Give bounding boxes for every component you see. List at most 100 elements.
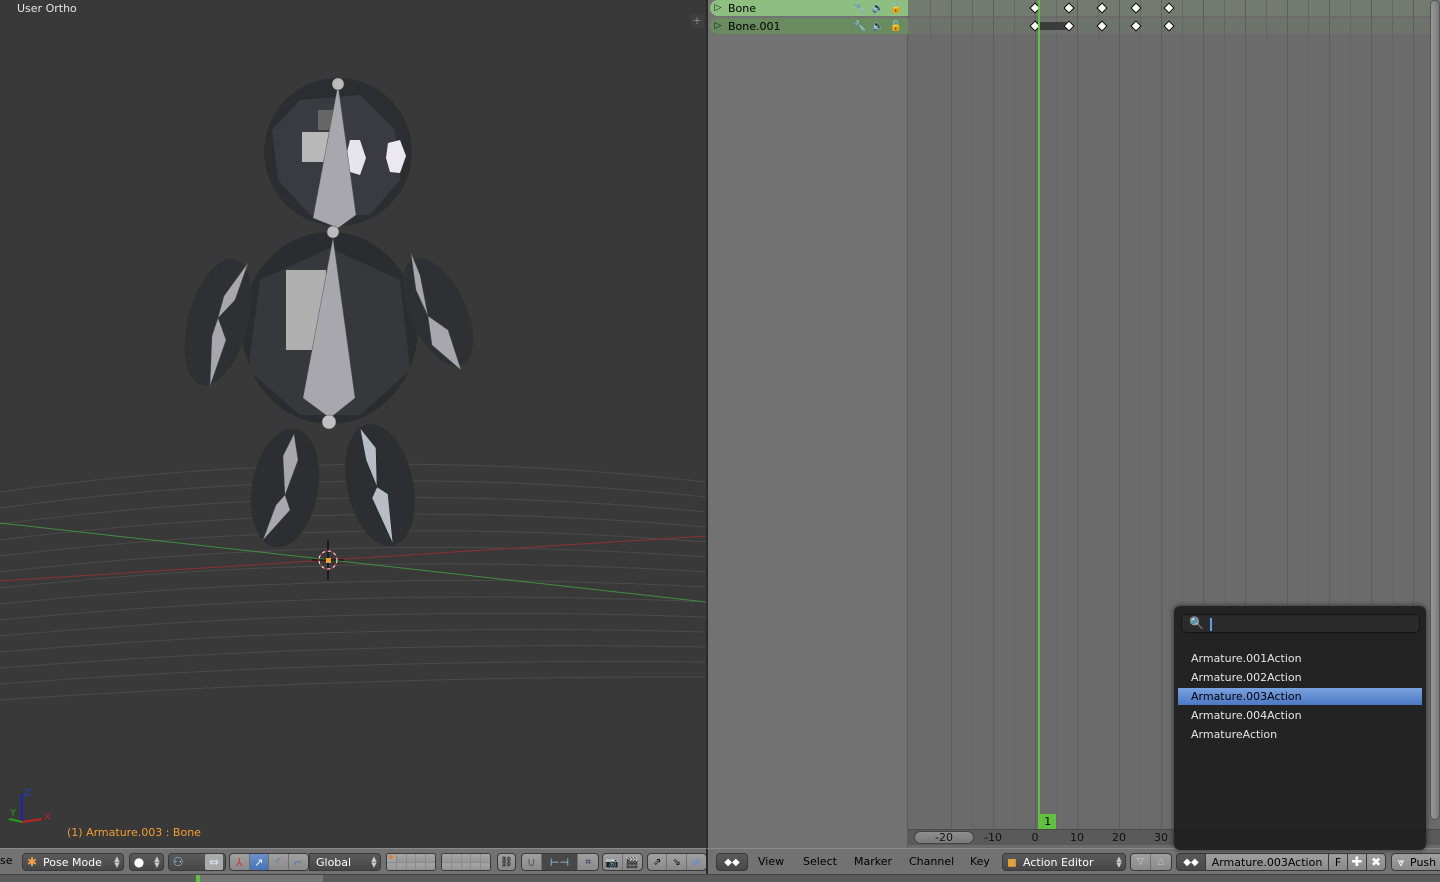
updown-arrows-icon: ▲ ▼: [154, 855, 160, 869]
lock-camera-icon[interactable]: ⛓: [497, 853, 516, 871]
grid-line: [0, 612, 706, 637]
frame-gridline: [1098, 0, 1099, 830]
manipulate-center-points-icon[interactable]: ⇔: [205, 854, 223, 870]
fake-user-button[interactable]: F: [1328, 853, 1348, 871]
grid-line: [0, 513, 706, 541]
mute-speaker-icon[interactable]: 🔈: [870, 21, 886, 32]
frame-gridline: [1161, 0, 1162, 830]
manipulator-scale-icon[interactable]: ⌐: [289, 854, 308, 870]
dopesheet-mode-selector[interactable]: ◼ Action Editor ▲ ▼: [1002, 853, 1126, 871]
scene-layers-group-1[interactable]: [386, 853, 436, 871]
modifier-wrench-icon[interactable]: 🔧: [852, 3, 868, 14]
ruler-tick-label: 0: [1031, 831, 1039, 844]
channel-row-bone[interactable]: ▷ Bone 🔧 🔈 🔓: [710, 0, 908, 16]
lock-open-icon[interactable]: 🔓: [888, 21, 904, 32]
mute-speaker-icon[interactable]: 🔈: [870, 3, 886, 14]
frame-gridline: [1140, 0, 1141, 830]
mode-selector[interactable]: ✱ Pose Mode ▲ ▼: [22, 853, 124, 871]
dopesheet-header: ◆◆ View Select Marker Channel Key ◼ Acti…: [706, 848, 1440, 874]
ruler-tick-label: 20: [1112, 831, 1126, 844]
prev-action-icon[interactable]: ▽: [1131, 854, 1151, 870]
action-nav-group: ▽ △: [1130, 853, 1172, 871]
view-name-label: User Ortho: [17, 2, 77, 15]
expand-triangle-icon[interactable]: ▷: [710, 3, 726, 13]
snap-element-icon[interactable]: ⊢⊣: [541, 854, 579, 870]
paste-flipped-pose-icon[interactable]: ⇙: [687, 854, 706, 870]
modifier-wrench-icon[interactable]: 🔧: [852, 21, 868, 32]
manipulator-toggle-icon[interactable]: ⅄: [230, 854, 250, 870]
x-axis-line: [0, 535, 706, 582]
timeline-strip: [0, 874, 1440, 882]
action-browse-icon: ◆◆: [1183, 856, 1199, 868]
frame-gridline: [993, 0, 994, 830]
pivot-point-selector[interactable]: ⚇ ⇔: [168, 853, 226, 871]
grid-line: [0, 645, 706, 669]
action-option[interactable]: Armature.001Action: [1178, 650, 1422, 667]
3d-cursor[interactable]: [312, 540, 344, 580]
horizontal-scrollbar[interactable]: -20: [914, 831, 974, 844]
y-axis-label: Y: [9, 808, 17, 819]
x-axis-label: X: [44, 812, 51, 823]
text-caret: [1210, 618, 1212, 631]
timeline-range: [200, 875, 323, 882]
action-search-input[interactable]: 🔍: [1181, 614, 1420, 633]
editor-type-selector[interactable]: ◆◆: [716, 853, 748, 871]
render-icon[interactable]: 📷: [603, 854, 623, 870]
action-option[interactable]: Armature.004Action: [1178, 707, 1422, 724]
grid-line: [0, 579, 706, 605]
ruler-tick-label: 30: [1154, 831, 1168, 844]
action-cube-icon: ◼: [1007, 855, 1017, 869]
expand-triangle-icon[interactable]: ▷: [710, 21, 726, 31]
grid-line: [0, 660, 706, 685]
current-frame-indicator[interactable]: 1: [1039, 814, 1057, 829]
frame-gridline: [972, 0, 973, 830]
3d-viewport[interactable]: Z X Y User Ortho (1) Armature.003 : Bone…: [0, 0, 706, 848]
unlink-action-button[interactable]: ✖: [1366, 853, 1386, 871]
active-object-label: (1) Armature.003 : Bone: [67, 826, 201, 839]
frame-gridline: [1077, 0, 1078, 830]
blender-window: Z X Y User Ortho (1) Armature.003 : Bone…: [0, 0, 1440, 882]
toolshelf-expand-button[interactable]: +: [690, 14, 704, 28]
browse-action-button[interactable]: ◆◆: [1176, 853, 1206, 871]
close-icon: ✖: [1370, 855, 1382, 869]
scene-layers-group-2[interactable]: [441, 853, 491, 871]
manipulator-translate-icon[interactable]: ↗: [249, 854, 269, 870]
plus-icon: ✚: [1351, 854, 1363, 870]
current-frame-line[interactable]: [1038, 0, 1041, 830]
updown-arrows-icon: ▲ ▼: [371, 855, 377, 869]
action-option[interactable]: Armature.002Action: [1178, 669, 1422, 686]
copy-pose-icon[interactable]: ⇗: [648, 854, 668, 870]
snap-target-icon[interactable]: ⌗: [578, 854, 598, 870]
push-down-icon: ⩔: [1397, 855, 1405, 869]
menu-select[interactable]: Select: [803, 855, 837, 868]
new-action-button[interactable]: ✚: [1347, 853, 1367, 871]
vertical-scrollbar[interactable]: [1430, 0, 1440, 820]
frame-gridline: [1119, 0, 1120, 830]
axis-gizmo: Z X Y: [8, 788, 51, 823]
manipulator-rotate-icon[interactable]: ◜: [269, 854, 289, 870]
viewport-shading-selector[interactable]: ● ▲ ▼: [129, 853, 164, 871]
action-name-field[interactable]: Armature.003Action: [1205, 853, 1329, 871]
menu-view[interactable]: View: [758, 855, 784, 868]
pose-copy-group: ⇗ ⇘ ⇙: [647, 853, 707, 871]
updown-arrows-icon: ▲ ▼: [1116, 855, 1122, 869]
dopesheet-icon: ◆◆: [724, 856, 740, 868]
next-action-icon[interactable]: △: [1151, 854, 1171, 870]
editor-menu-partial[interactable]: se: [0, 854, 13, 867]
menu-channel[interactable]: Channel: [909, 855, 954, 868]
action-browse-popup: 🔍 Armature.001Action Armature.002Action …: [1174, 606, 1426, 850]
clapper-icon[interactable]: 🎬: [623, 854, 642, 870]
paste-pose-icon[interactable]: ⇘: [667, 854, 687, 870]
channel-row-bone-001[interactable]: ▷ Bone.001 🔧 🔈 🔓: [710, 18, 908, 34]
action-option[interactable]: ArmatureAction: [1178, 726, 1422, 743]
push-down-button[interactable]: ⩔ Push: [1391, 853, 1440, 871]
render-group: 📷 🎬: [602, 853, 643, 871]
frame-gridline: [930, 0, 931, 830]
menu-marker[interactable]: Marker: [854, 855, 892, 868]
lock-open-icon[interactable]: 🔓: [888, 3, 904, 14]
menu-key[interactable]: Key: [970, 855, 990, 868]
action-option-selected[interactable]: Armature.003Action: [1178, 688, 1422, 705]
solid-sphere-icon: ●: [133, 855, 145, 869]
transform-orientation-selector[interactable]: Global ▲ ▼: [309, 853, 381, 871]
snap-icon[interactable]: ∪: [522, 854, 542, 870]
